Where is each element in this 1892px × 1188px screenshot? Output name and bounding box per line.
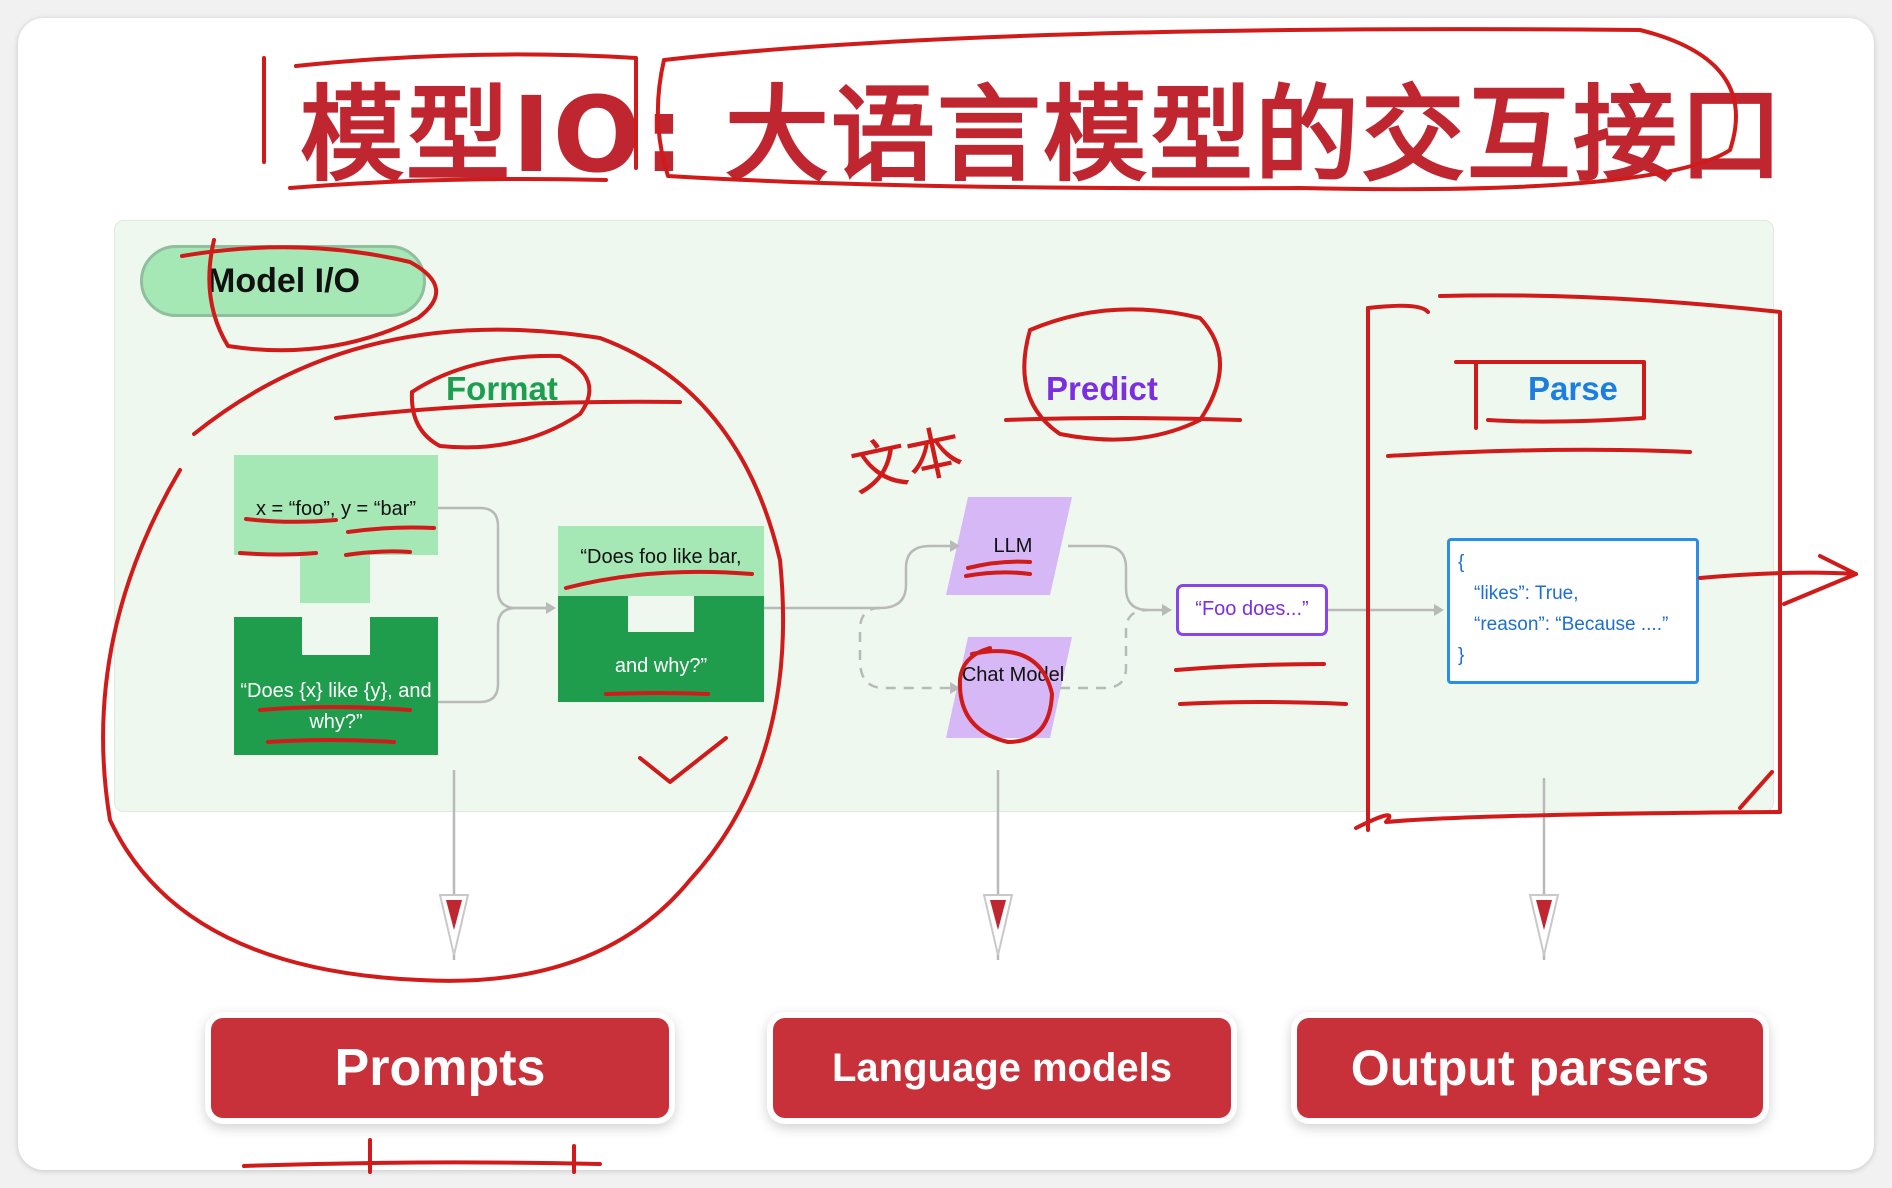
json-line: “reason”: “Because ....” bbox=[1474, 614, 1669, 635]
llm-label: LLM bbox=[993, 535, 1033, 557]
json-line: } bbox=[1458, 645, 1465, 666]
json-line: “likes”: True, bbox=[1474, 583, 1579, 604]
variables-text: x = “foo”, y = “bar” bbox=[255, 498, 417, 520]
model-output-text: “Foo does...” bbox=[1195, 598, 1309, 620]
merged-prompt-top-text: “Does foo like bar, bbox=[580, 546, 742, 568]
template-text: “Does {x} like {y}, and why?” bbox=[240, 680, 432, 733]
merged-prompt-bottom-text: and why?” bbox=[614, 655, 708, 677]
json-line: { bbox=[1458, 552, 1465, 573]
merged-prompt-bottom bbox=[558, 596, 764, 702]
parsed-output-box bbox=[1447, 538, 1699, 684]
chat-model-label: Chat Model bbox=[961, 664, 1065, 686]
